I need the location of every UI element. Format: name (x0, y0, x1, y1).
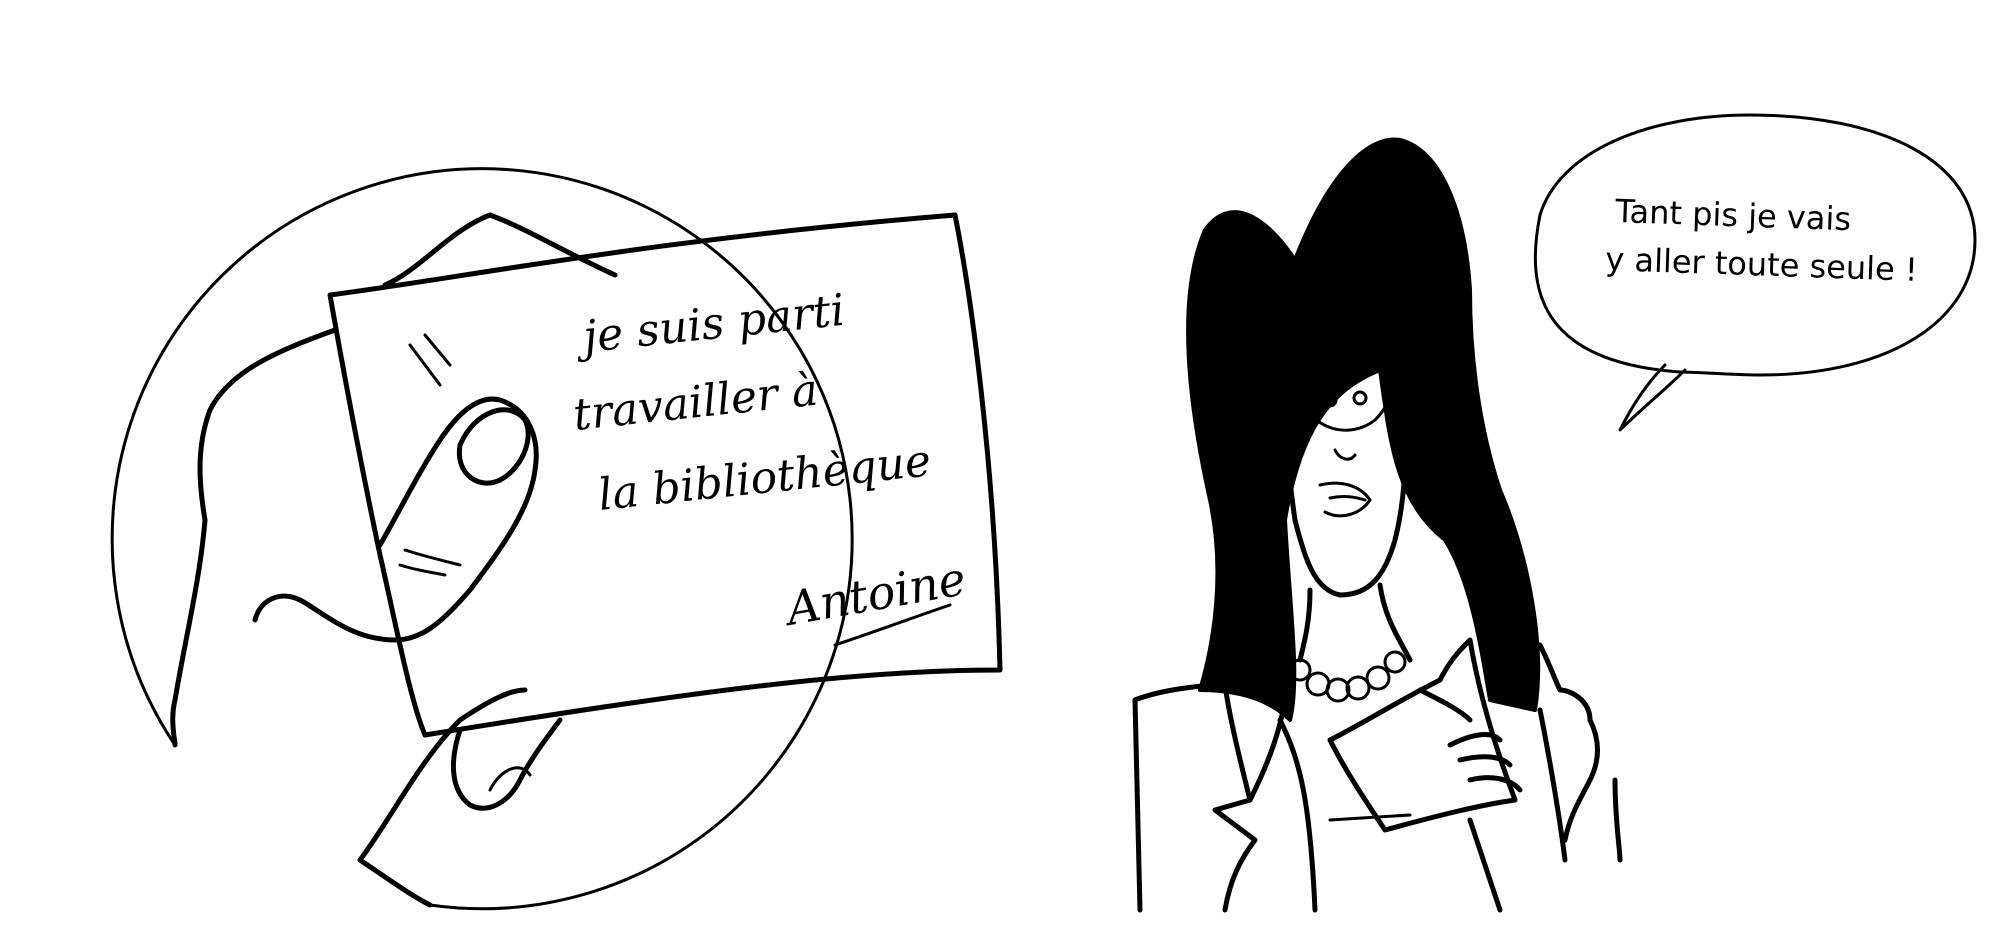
shirt-collar (1328, 813, 1412, 822)
left-panel: je suis parti travailler à la bibliothèq… (110, 167, 1003, 911)
motion-line-1 (408, 343, 442, 387)
speech-line-2: y aller toute seule ! (1605, 240, 1919, 289)
hand-back-edge (170, 327, 338, 748)
jacket-lapel (1247, 697, 1318, 913)
nose (1333, 448, 1357, 461)
motion-line-2 (423, 333, 452, 367)
back-finger (382, 212, 618, 288)
thumb-crease-2 (398, 563, 447, 577)
note-card: je suis parti travailler à la bibliothèq… (327, 212, 1003, 738)
neck (1297, 582, 1413, 663)
note-line-3: la bibliothèque (596, 435, 933, 521)
thumb (252, 396, 539, 643)
comic-panel: je suis parti travailler à la bibliothèq… (110, 113, 1977, 913)
speech-line-1: Tant pis je vais (1614, 192, 1852, 238)
wrist-lower (357, 857, 433, 908)
speech-bubble[interactable]: Tant pis je vais y aller toute seule ! (1533, 113, 1977, 432)
hand (170, 212, 618, 908)
thumb-crease-1 (403, 548, 462, 567)
note-line-1: je suis parti (572, 285, 847, 364)
lower-finger (450, 717, 563, 811)
mouth (1318, 481, 1372, 518)
note-signature: Antoine (779, 551, 970, 636)
necklace (1288, 650, 1407, 703)
thumbnail (456, 407, 531, 486)
jacket-left (1132, 682, 1258, 913)
eye-right (1352, 390, 1368, 406)
woman-figure (1132, 137, 1623, 913)
note-line-2: travailler à (571, 365, 821, 441)
background-circle (110, 167, 854, 911)
